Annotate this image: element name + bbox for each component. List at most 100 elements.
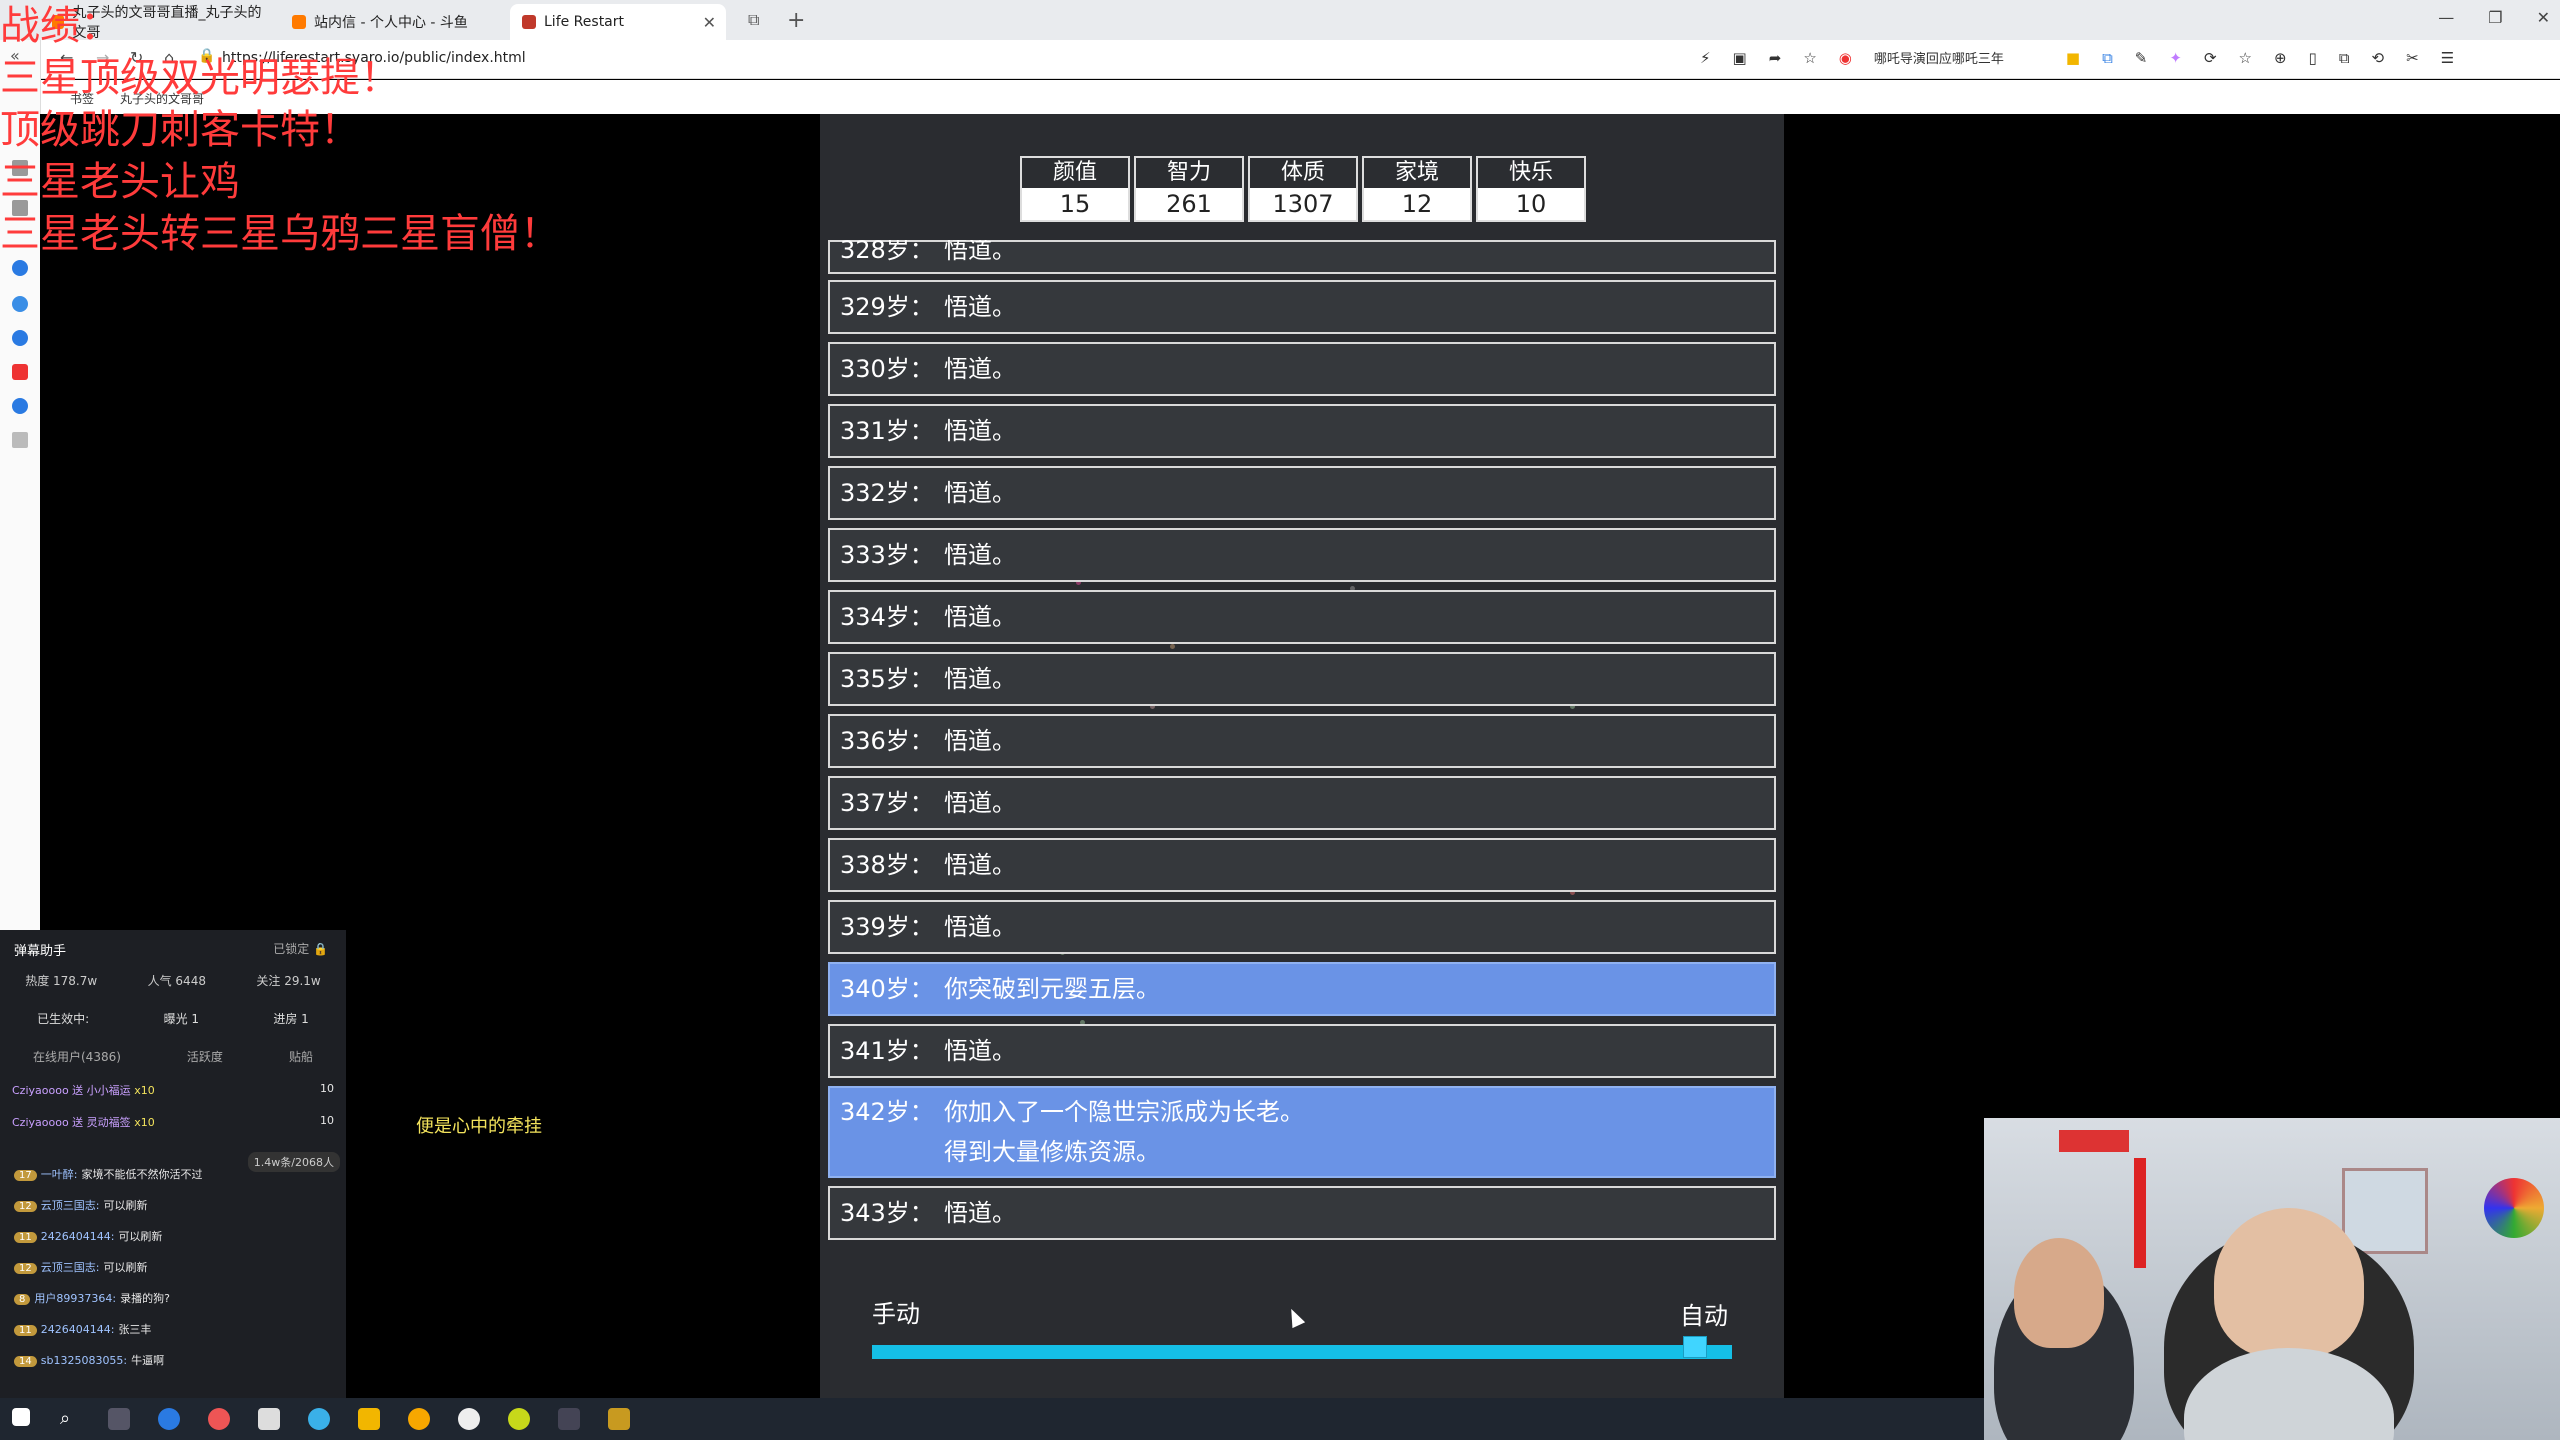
- app-icon[interactable]: [12, 364, 28, 380]
- property-value: 261: [1136, 188, 1242, 220]
- maximize-icon[interactable]: ❐: [2488, 8, 2502, 27]
- edge-icon[interactable]: [158, 1408, 180, 1430]
- share-icon[interactable]: ➦: [1769, 49, 1782, 67]
- league-icon[interactable]: [608, 1408, 630, 1430]
- danmaku-user[interactable]: 云顶三国志:: [41, 1199, 100, 1212]
- danmaku-user[interactable]: 用户89937364:: [34, 1292, 116, 1305]
- timeline-event: 悟道。: [944, 355, 1016, 383]
- danmaku-user[interactable]: 一叶醉:: [41, 1168, 78, 1181]
- timeline-row: 334岁： 悟道。: [828, 590, 1776, 644]
- lock-status[interactable]: 已锁定 🔒: [273, 940, 328, 957]
- status-enter: 进房 1: [273, 1012, 309, 1026]
- browser-icon[interactable]: [308, 1408, 330, 1430]
- danmaku-user[interactable]: 2426404144:: [41, 1323, 115, 1336]
- clock-icon[interactable]: [12, 398, 28, 414]
- timeline-row: 338岁： 悟道。: [828, 838, 1776, 892]
- minimize-icon[interactable]: —: [2438, 8, 2454, 27]
- timeline-row: 335岁： 悟道。: [828, 652, 1776, 706]
- timeline-row: 337岁： 悟道。: [828, 776, 1776, 830]
- overlay-line: 三星老头转三星乌鸦三星盲僧！: [0, 211, 560, 257]
- app-icon[interactable]: [208, 1408, 230, 1430]
- timeline-row: 340岁： 你突破到元婴五层。: [828, 962, 1776, 1016]
- app-icon[interactable]: [458, 1408, 480, 1430]
- level-badge: 11: [14, 1232, 37, 1243]
- menu-icon[interactable]: ☰: [2441, 49, 2454, 67]
- danmaku-user[interactable]: sb1325083055:: [41, 1354, 127, 1367]
- timeline-row: 342岁： 你加入了一个隐世宗派成为长老。 得到大量修炼资源。: [828, 1086, 1776, 1178]
- danmaku-message: 14 sb1325083055: 牛逼啊: [14, 1352, 164, 1368]
- phone-icon[interactable]: ▯: [2309, 49, 2317, 67]
- close-window-icon[interactable]: ✕: [2537, 8, 2550, 27]
- level-badge: 12: [14, 1201, 37, 1212]
- tab-boat[interactable]: 贴船: [289, 1048, 313, 1065]
- level-badge: 11: [14, 1325, 37, 1336]
- life-timeline[interactable]: 328岁： 悟道。 329岁： 悟道。 330岁： 悟道。 331岁： 悟道。 332岁： 悟道。…: [828, 240, 1776, 1270]
- overlay-line: 顶级跳刀刺客卡特！: [0, 107, 360, 153]
- translate-icon[interactable]: ⧉: [2102, 49, 2113, 67]
- timeline-event: 悟道。: [944, 603, 1016, 631]
- timeline-row: 336岁： 悟道。: [828, 714, 1776, 768]
- timeline-event: 悟道。: [944, 851, 1016, 879]
- danmaku-message: 8 用户89937364: 录播的狗?: [14, 1290, 170, 1306]
- file-explorer-icon[interactable]: [358, 1408, 380, 1430]
- app-icon[interactable]: [508, 1408, 530, 1430]
- property-label: 颜值: [1022, 158, 1128, 188]
- windows-start-icon[interactable]: [12, 1408, 30, 1426]
- tab-online-users[interactable]: 在线用户(4386): [33, 1048, 121, 1065]
- extension-icon[interactable]: ✎: [2135, 49, 2148, 67]
- gift-number: 10: [320, 1114, 334, 1127]
- stat-popularity: 人气 6448: [147, 974, 206, 988]
- ai-icon[interactable]: ✦: [2169, 49, 2182, 67]
- reader-icon[interactable]: ▣: [1733, 49, 1747, 67]
- manual-mode-label[interactable]: 手动: [872, 1294, 920, 1329]
- obs-icon[interactable]: [408, 1408, 430, 1430]
- download-icon[interactable]: ⊕: [2274, 49, 2287, 67]
- search-icon[interactable]: ⌕: [60, 1408, 82, 1430]
- decoration: [2484, 1178, 2544, 1238]
- star-icon[interactable]: ☆: [1803, 49, 1816, 67]
- overlay-line: 战绩：: [0, 3, 120, 49]
- tab-activity[interactable]: 活跃度: [187, 1048, 223, 1065]
- tab-list-icon[interactable]: ⧉: [748, 10, 759, 30]
- danmaku-user[interactable]: 2426404144:: [41, 1230, 115, 1243]
- timeline-row: 343岁： 悟道。: [828, 1186, 1776, 1240]
- status-active: 已生效中:: [37, 1012, 90, 1026]
- auto-mode-label[interactable]: 自动: [1680, 1296, 1728, 1331]
- house-icon[interactable]: [12, 330, 28, 346]
- webcam-feed: [1984, 1118, 2560, 1440]
- history-icon[interactable]: ⟲: [2372, 49, 2385, 67]
- timeline-row: 332岁： 悟道。: [828, 466, 1776, 520]
- danmaku-message: 12 云顶三国志: 可以刷新: [14, 1197, 147, 1213]
- close-tab-icon[interactable]: ✕: [703, 13, 716, 32]
- favorites-icon[interactable]: ☆: [2239, 49, 2252, 67]
- new-tab-icon[interactable]: +: [787, 8, 805, 33]
- refresh-extension-icon[interactable]: ⟳: [2204, 49, 2217, 67]
- screenshot-icon[interactable]: ✂: [2406, 49, 2419, 67]
- lightning-icon[interactable]: ⚡: [1700, 49, 1711, 67]
- timeline-age: 342岁：: [840, 1098, 934, 1126]
- timeline-event: 悟道。: [944, 541, 1016, 569]
- gift-number: 10: [320, 1082, 334, 1095]
- mode-slider[interactable]: [872, 1345, 1732, 1359]
- timeline-row: 331岁： 悟道。: [828, 404, 1776, 458]
- timeline-age: 335岁：: [840, 665, 934, 693]
- folder-icon[interactable]: ■: [2066, 49, 2080, 67]
- search-icon[interactable]: [12, 260, 28, 276]
- slider-thumb[interactable]: [1682, 1336, 1707, 1358]
- timeline-age: 338岁：: [840, 851, 934, 879]
- timeline-age: 329岁：: [840, 293, 934, 321]
- app-icon[interactable]: [258, 1408, 280, 1430]
- gift-count: x10: [134, 1116, 155, 1129]
- gift-text: Cziyaoooo 送 灵动福签: [12, 1116, 131, 1129]
- app-icon[interactable]: [558, 1408, 580, 1430]
- bot-icon[interactable]: [12, 296, 28, 312]
- collections-icon[interactable]: ⧉: [2339, 49, 2350, 67]
- task-view-icon[interactable]: [108, 1408, 130, 1430]
- danmaku-user[interactable]: 云顶三国志:: [41, 1261, 100, 1274]
- level-badge: 8: [14, 1294, 31, 1305]
- timeline-event: 悟道。: [944, 727, 1016, 755]
- danmaku-panel: 弹幕助手 已锁定 🔒 热度 178.7w 人气 6448 关注 29.1w 已生…: [0, 930, 346, 1398]
- add-icon[interactable]: [12, 432, 28, 448]
- search-suggestion[interactable]: 哪吒导演回应哪吒三年: [1874, 48, 2004, 67]
- decoration: [2134, 1158, 2146, 1268]
